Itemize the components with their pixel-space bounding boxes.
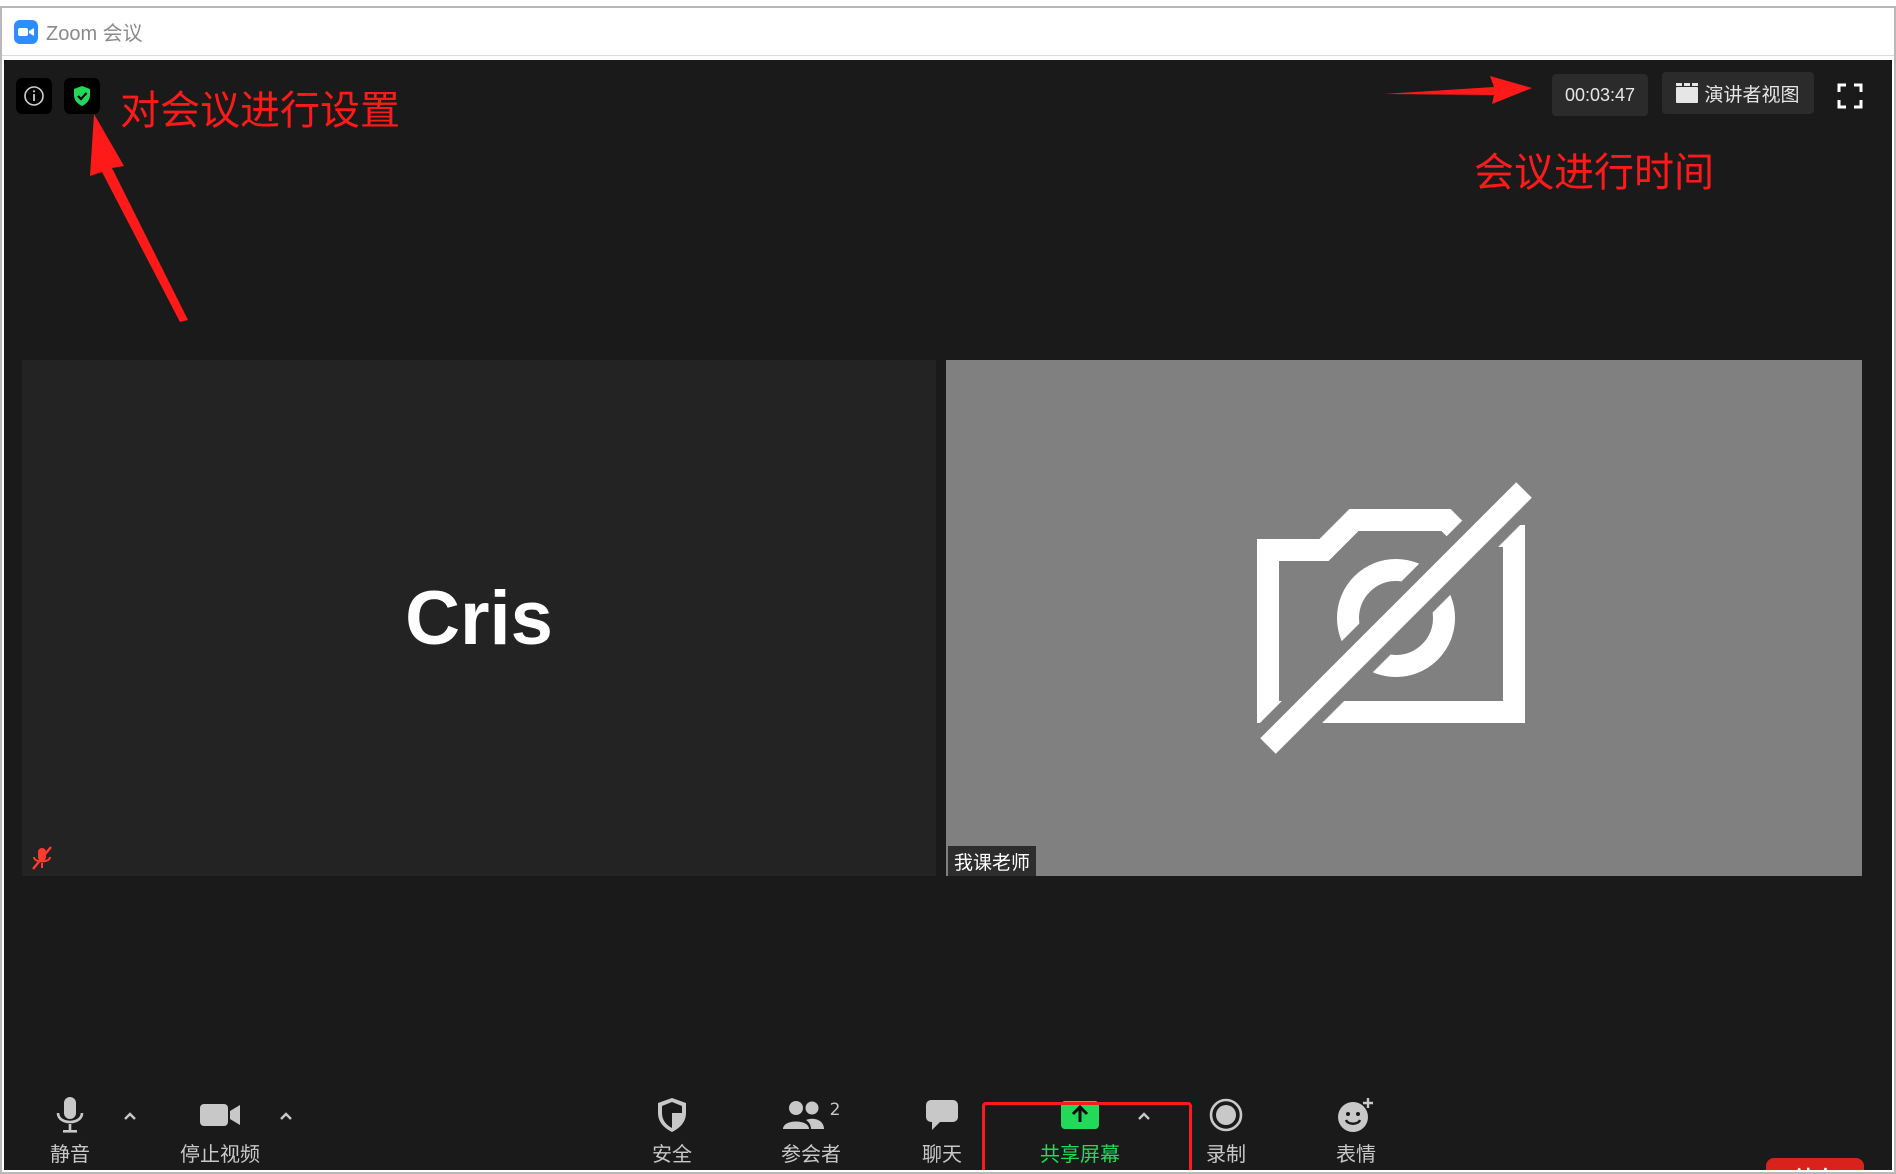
view-label: 演讲者视图 [1704, 83, 1800, 106]
share-screen-label: 共享屏幕 [1040, 1142, 1120, 1166]
stop-video-label: 停止视频 [180, 1142, 260, 1166]
emoji-icon [1334, 1096, 1378, 1134]
record-icon [1204, 1096, 1248, 1134]
shield-icon [650, 1096, 694, 1134]
participants-icon: 2 [776, 1096, 846, 1134]
speaker-view-button[interactable]: 演讲者视图 [1662, 72, 1814, 114]
reactions-label: 表情 [1336, 1142, 1376, 1166]
window-title: Zoom 会议 [46, 23, 143, 45]
reactions-button[interactable]: 表情 [1334, 1096, 1378, 1167]
video-tile-teacher[interactable]: 我课老师 [946, 360, 1862, 876]
annotation-time: 会议进行时间 [1474, 150, 1714, 196]
end-meeting-button[interactable]: 结束 [1766, 1158, 1864, 1170]
participant-name-label: 我课老师 [948, 846, 1037, 876]
zoom-logo-icon [14, 19, 38, 44]
share-screen-icon [1058, 1096, 1102, 1134]
record-label: 录制 [1206, 1142, 1246, 1166]
share-screen-button[interactable]: 共享屏幕 [1040, 1096, 1120, 1167]
encryption-shield-button[interactable] [64, 78, 100, 114]
zoom-window: Zoom 会议 对会议进行设置 会议进行时间 00:03:47 演讲者视图 Cr… [0, 6, 1896, 1174]
meeting-stage: 对会议进行设置 会议进行时间 00:03:47 演讲者视图 Cris 我课老师 … [4, 60, 1892, 1170]
mute-button[interactable]: 静音 [48, 1096, 92, 1167]
chat-label: 聊天 [922, 1142, 962, 1166]
participants-button[interactable]: 2 参会者 [776, 1096, 846, 1167]
info-icon [24, 86, 44, 106]
security-button[interactable]: 安全 [650, 1096, 694, 1167]
chat-icon [920, 1096, 964, 1134]
stop-video-button[interactable]: 停止视频 [180, 1096, 260, 1167]
participants-label: 参会者 [781, 1142, 841, 1166]
chat-button[interactable]: 聊天 [920, 1096, 964, 1167]
microphone-icon [48, 1096, 92, 1134]
share-options-caret[interactable] [1134, 1106, 1154, 1126]
participant-name: Cris [405, 575, 553, 661]
title-bar: Zoom 会议 [2, 8, 1894, 56]
muted-mic-icon [28, 844, 56, 872]
record-button[interactable]: 录制 [1204, 1096, 1248, 1167]
shield-check-icon [74, 86, 90, 106]
audio-options-caret[interactable] [120, 1106, 140, 1126]
video-options-caret[interactable] [276, 1106, 296, 1126]
security-label: 安全 [652, 1142, 692, 1166]
annotation-arrow-time [1384, 76, 1532, 104]
fullscreen-icon [1837, 83, 1863, 109]
annotation-arrow-settings [90, 114, 188, 322]
fullscreen-button[interactable] [1836, 82, 1864, 110]
camera-off-icon [1256, 480, 1536, 760]
participants-count: 2 [829, 1100, 841, 1120]
video-tile-cris[interactable]: Cris [22, 360, 936, 876]
meeting-info-button[interactable] [16, 78, 52, 114]
video-camera-icon [198, 1096, 242, 1134]
mute-label: 静音 [50, 1142, 90, 1166]
gallery-grid-icon [1676, 83, 1699, 103]
meeting-timer: 00:03:47 [1552, 74, 1648, 116]
